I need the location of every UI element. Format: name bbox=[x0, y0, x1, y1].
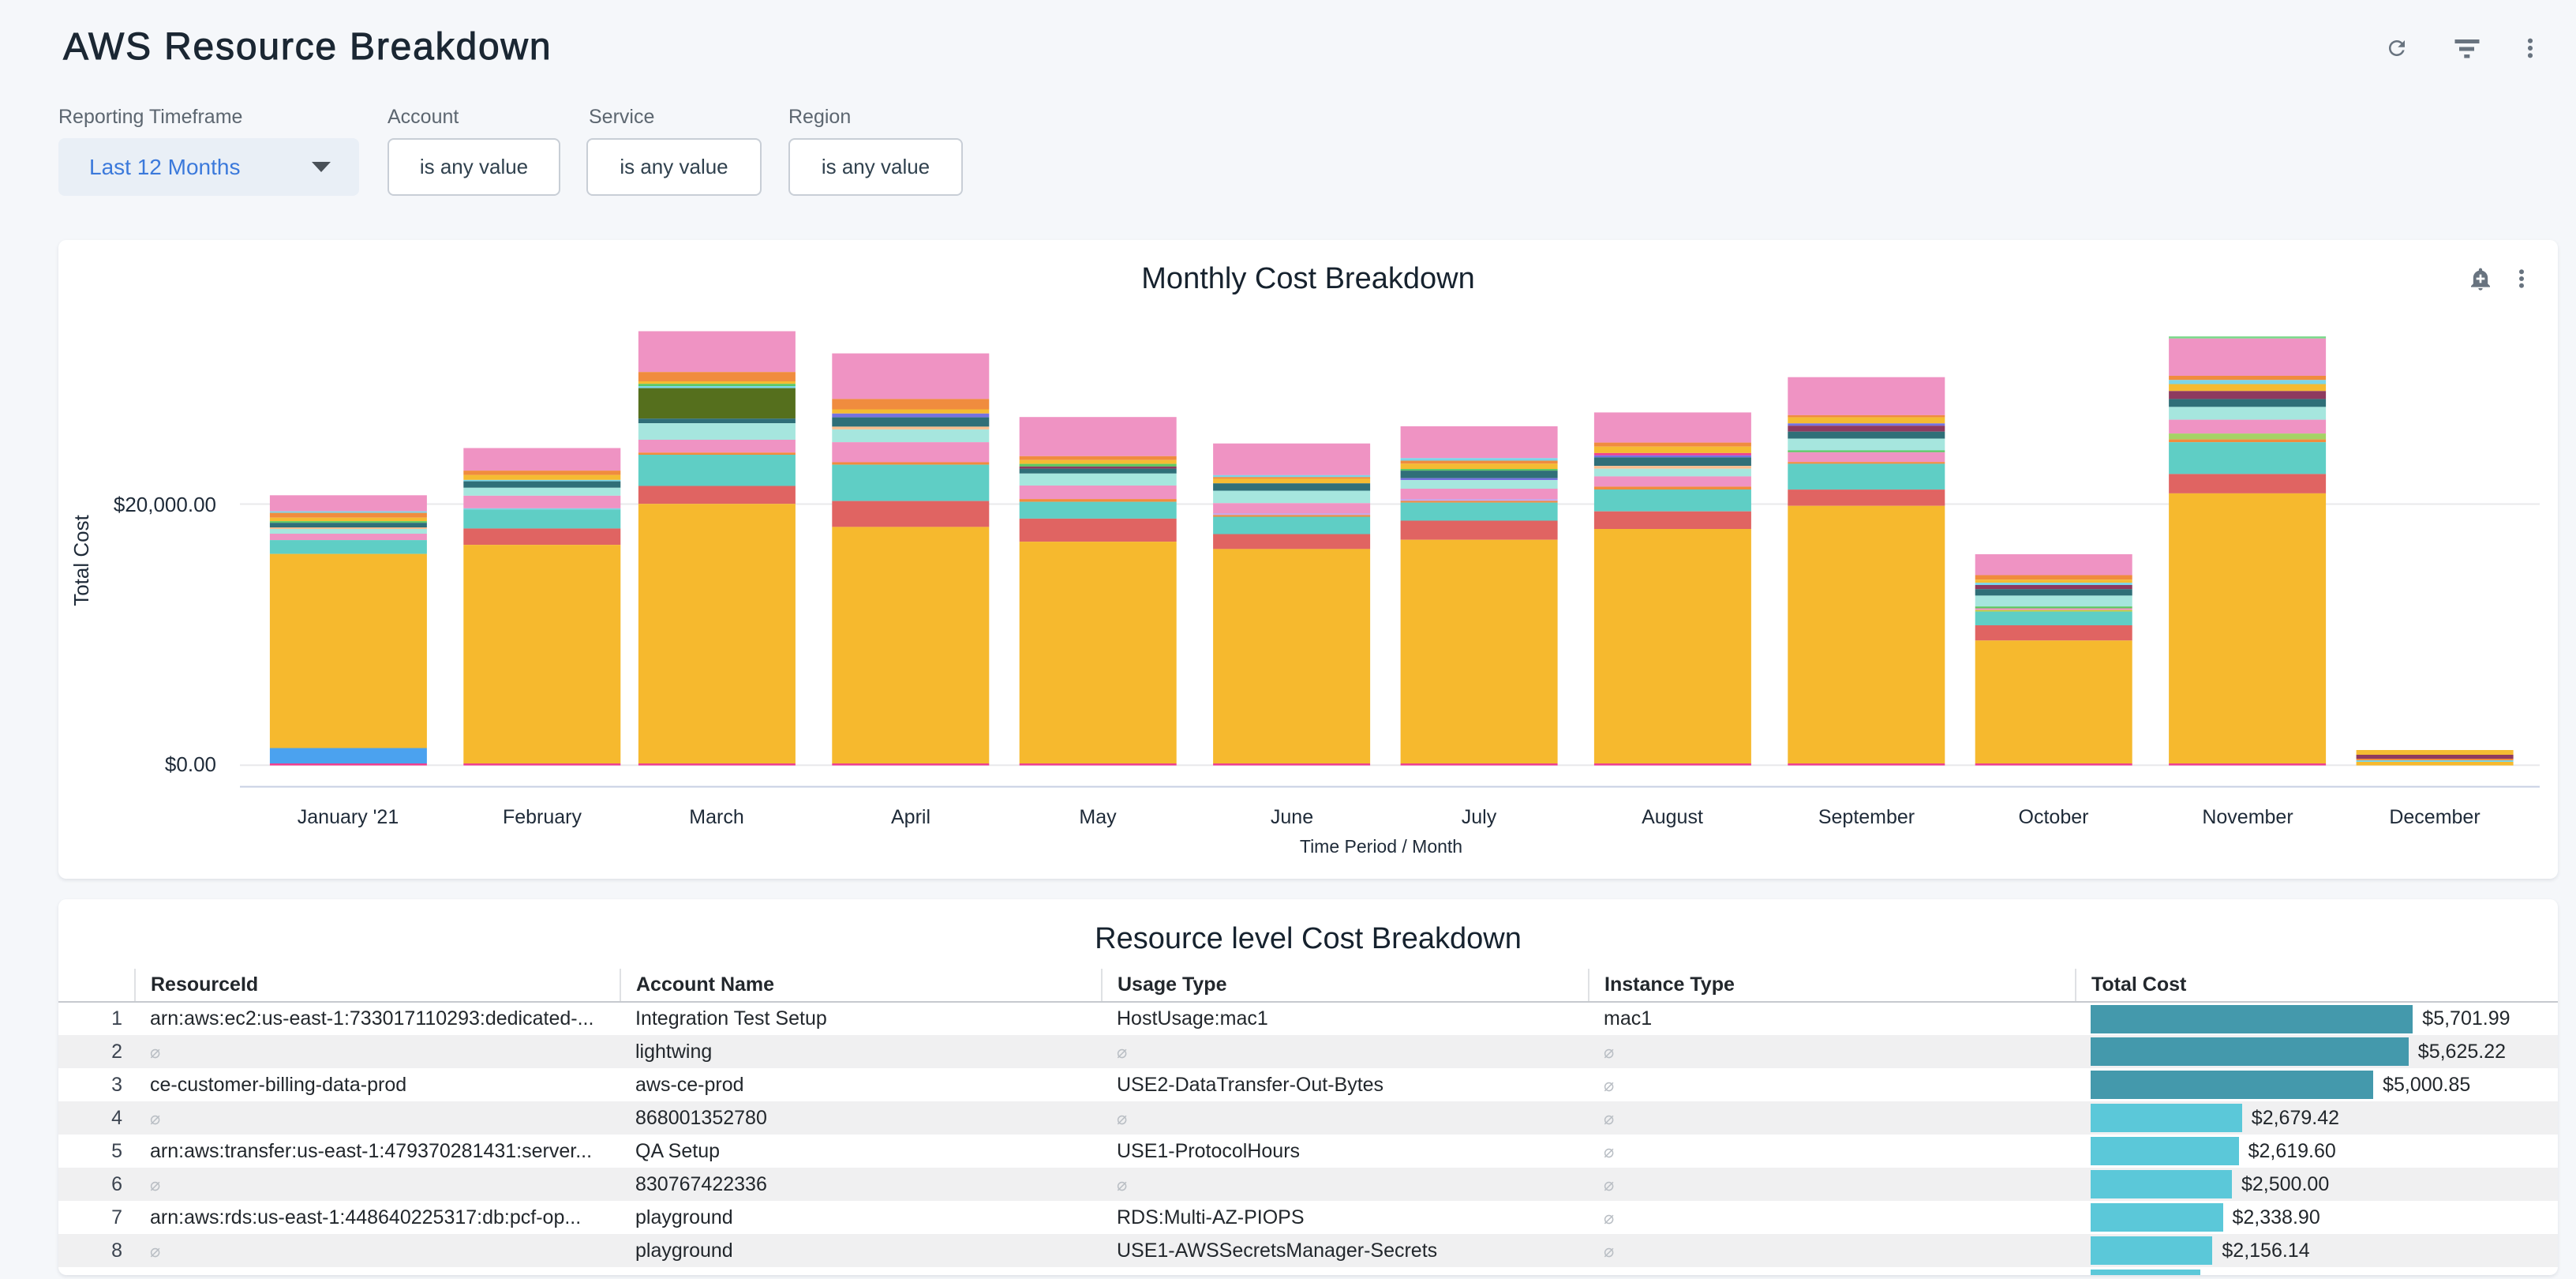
svg-text:Total Cost: Total Cost bbox=[69, 514, 93, 606]
svg-text:$0.00: $0.00 bbox=[165, 752, 216, 776]
svg-text:$20,000.00: $20,000.00 bbox=[114, 493, 216, 516]
